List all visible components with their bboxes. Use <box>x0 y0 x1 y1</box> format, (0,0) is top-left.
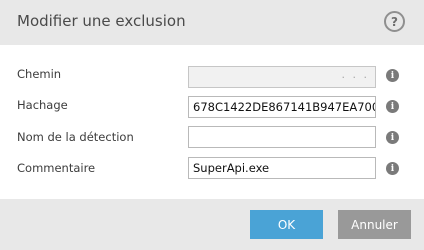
info-icon-path[interactable]: i <box>386 69 399 82</box>
info-icon-hash[interactable]: i <box>386 100 399 113</box>
dialog-title: Modifier une exclusion <box>17 12 186 30</box>
detection-name-label: Nom de la détection <box>17 130 134 144</box>
info-icon-detection[interactable]: i <box>386 131 399 144</box>
info-icon-comment[interactable]: i <box>386 162 399 175</box>
ok-button[interactable]: OK <box>250 210 323 239</box>
comment-label: Commentaire <box>17 161 96 175</box>
path-label: Chemin <box>17 67 62 81</box>
help-icon[interactable]: ? <box>384 11 405 32</box>
comment-input[interactable]: SuperApi.exe <box>188 157 376 179</box>
hash-label: Hachage <box>17 98 68 112</box>
dialog-header: Modifier une exclusion ? <box>0 0 424 45</box>
path-field: . . . <box>188 66 376 88</box>
browse-button[interactable]: . . . <box>342 67 369 85</box>
detection-name-input[interactable] <box>188 126 376 148</box>
cancel-button[interactable]: Annuler <box>338 210 411 239</box>
hash-input[interactable]: 678C1422DE867141B947EA700E8A2 <box>188 96 376 118</box>
